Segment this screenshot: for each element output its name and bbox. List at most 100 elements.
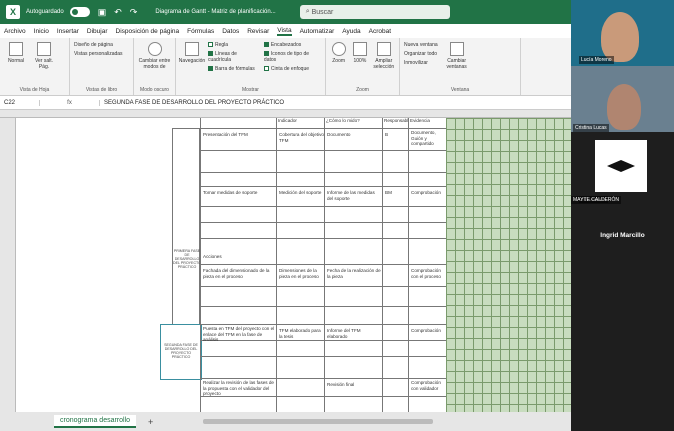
header-responsible[interactable]: Responsable (384, 118, 408, 124)
redo-icon[interactable]: ↷ (130, 7, 138, 18)
cell-measure[interactable]: Documento (327, 132, 382, 138)
tab-disposicion[interactable]: Disposición de página (116, 28, 180, 35)
grid-line (200, 150, 446, 151)
cell-evidence[interactable]: Comprobación (411, 190, 445, 196)
focus-cell-checkbox[interactable]: Cinta de enfoque (263, 66, 321, 72)
cell-note[interactable]: Acciones (203, 254, 275, 260)
column-headers[interactable] (0, 110, 571, 118)
zoom-100-button[interactable]: 100% (351, 42, 368, 64)
cell-activity[interactable]: Tomar medidas de soporte (203, 190, 275, 196)
add-sheet-icon[interactable]: + (148, 417, 153, 427)
save-icon[interactable]: ▣ (98, 7, 107, 18)
cell-responsible[interactable]: BM (385, 190, 407, 196)
checked-icon (263, 51, 269, 57)
header-measure[interactable]: ¿Cómo lo mido? (326, 118, 382, 124)
cell-activity[interactable]: Puesta en TFM del proyecto con el enlace… (203, 326, 275, 343)
horizontal-scrollbar[interactable] (203, 419, 434, 424)
tab-vista[interactable]: Vista (277, 27, 292, 36)
row-headers[interactable] (0, 118, 16, 412)
checked-icon (208, 51, 213, 57)
cell-measure[interactable]: Informe de las medidas del soporte (327, 190, 382, 201)
header-indicator[interactable]: Indicador (278, 118, 324, 124)
gantt-timeline-grid[interactable] (446, 118, 571, 412)
video-tile-3[interactable]: ESTUDIANTE MAYTE CALDERÓN Ingrid Marcill… (571, 132, 674, 268)
cell-activity[interactable]: Realizar la revisión de las fases de la … (203, 380, 275, 397)
cell-responsible[interactable]: B (385, 132, 407, 138)
group-label: Ventana (450, 87, 470, 93)
name-box[interactable]: C22 (0, 99, 40, 106)
cell-measure[interactable]: Fecha de la realización de la pieza (327, 268, 382, 279)
page-layout-button[interactable]: Diseño de página (74, 42, 123, 48)
tab-formulas[interactable]: Fórmulas (187, 28, 214, 35)
navigation-button[interactable]: Navegación (179, 42, 205, 64)
tab-inicio[interactable]: Inicio (34, 28, 49, 35)
cell-indicator[interactable]: Dimensiones de la pieza en el proceso (279, 268, 324, 279)
grid-line (200, 128, 446, 129)
video-tile-4[interactable] (571, 268, 674, 431)
header-evidence[interactable]: Evidencia (410, 118, 444, 124)
headings-checkbox[interactable]: Encabezados (263, 42, 321, 48)
datatype-icons-checkbox[interactable]: Iconos de tipo de datos (263, 51, 321, 63)
ribbon: Normal Ver salt. Pág. Vista de Hoja Dise… (0, 38, 571, 96)
cell-evidence[interactable]: Documento, Guión y compartido (411, 130, 445, 147)
gridlines-checkbox[interactable]: Líneas de cuadrícula (208, 51, 260, 63)
phase-label-1: PRIMERA FASE DE DESARROLLO DEL PROYECTO … (173, 249, 201, 269)
group-window: Nueva ventana Organizar todo Inmovilizar… (400, 38, 521, 95)
cell-indicator[interactable]: Cobertura del objetivo TFM (279, 132, 324, 143)
dark-mode-label: Cambiar entre modos de (138, 58, 171, 70)
fx-icon[interactable]: fx (40, 99, 100, 106)
cell-evidence[interactable]: Comprobación (411, 328, 445, 334)
tab-acrobat[interactable]: Acrobat (369, 28, 391, 35)
cell-evidence[interactable]: Comprobación con validador (411, 380, 445, 391)
ruler-label: Regla (215, 42, 229, 48)
tab-archivo[interactable]: Archivo (4, 28, 26, 35)
freeze-panes-button[interactable]: Inmovilizar (404, 60, 438, 66)
custom-views-button[interactable]: Vistas personalizadas (74, 51, 123, 57)
page-break-button[interactable]: Ver salt. Pág. (32, 42, 56, 70)
grid-line (200, 324, 446, 325)
autosave-toggle[interactable] (69, 7, 90, 17)
sheet-tab-cronograma[interactable]: cronograma desarrollo (54, 415, 137, 428)
checked-icon (263, 42, 269, 48)
normal-view-button[interactable]: Normal (4, 42, 28, 64)
cell-measure[interactable]: Revisión final (327, 382, 382, 388)
zoom-label: Zoom (332, 58, 346, 64)
document-title[interactable]: Diagrama de Gantt - Matriz de planificac… (155, 9, 275, 15)
dark-mode-button[interactable]: Cambiar entre modos de (138, 42, 171, 70)
normal-label: Normal (7, 58, 25, 64)
tab-ayuda[interactable]: Ayuda (342, 28, 360, 35)
participant-video (601, 12, 639, 62)
undo-icon[interactable]: ↶ (114, 7, 122, 18)
phase-label-2: SEGUNDA FASE DE DESARROLLO DEL PROYECTO … (164, 343, 198, 359)
video-tile-1[interactable]: Lucía Moreno (571, 0, 674, 66)
grid-line (200, 356, 446, 357)
ruler-checkbox[interactable]: Regla (208, 42, 260, 48)
cell-activity[interactable]: Fachada del dimensionado de la pieza en … (203, 268, 275, 279)
search-input[interactable]: ⌕ Buscar (299, 5, 450, 19)
cell-evidence[interactable]: Comprobación con el proceso (411, 268, 445, 279)
formula-bar-checkbox[interactable]: Barra de fórmulas (208, 66, 260, 72)
tab-dibujar[interactable]: Dibujar (87, 28, 108, 35)
video-tile-2[interactable]: Cristina Lucas (571, 66, 674, 132)
new-window-button[interactable]: Nueva ventana (404, 42, 438, 48)
spreadsheet-area[interactable]: Indicador ¿Cómo lo mido? Responsable Evi… (0, 110, 571, 412)
formula-input[interactable]: SEGUNDA FASE DE DESARROLLO DEL PROYECTO … (100, 100, 284, 106)
switch-windows-button[interactable]: Cambiar ventanas (442, 42, 472, 70)
cell-measure[interactable]: Informe del TFM elaborado (327, 328, 382, 339)
grid-line (200, 264, 446, 265)
cell-indicator[interactable]: Medición del soporte (279, 190, 324, 196)
arrange-all-button[interactable]: Organizar todo (404, 51, 438, 57)
tab-datos[interactable]: Datos (222, 28, 239, 35)
group-label: Modo oscuro (140, 87, 169, 93)
cell-activity[interactable]: Presentación del TFM (203, 132, 275, 138)
tab-revisar[interactable]: Revisar (247, 28, 269, 35)
group-zoom: Zoom 100% Ampliar selección Zoom (326, 38, 400, 95)
tab-automatizar[interactable]: Automatizar (300, 28, 335, 35)
phase-block-1[interactable] (172, 128, 200, 328)
grid-line (200, 186, 446, 187)
zoom-button[interactable]: Zoom (330, 42, 347, 64)
search-placeholder: Buscar (311, 8, 334, 16)
cell-indicator[interactable]: TFM elaborado para la tesis (279, 328, 324, 339)
tab-insertar[interactable]: Insertar (57, 28, 79, 35)
zoom-selection-button[interactable]: Ampliar selección (373, 42, 395, 70)
